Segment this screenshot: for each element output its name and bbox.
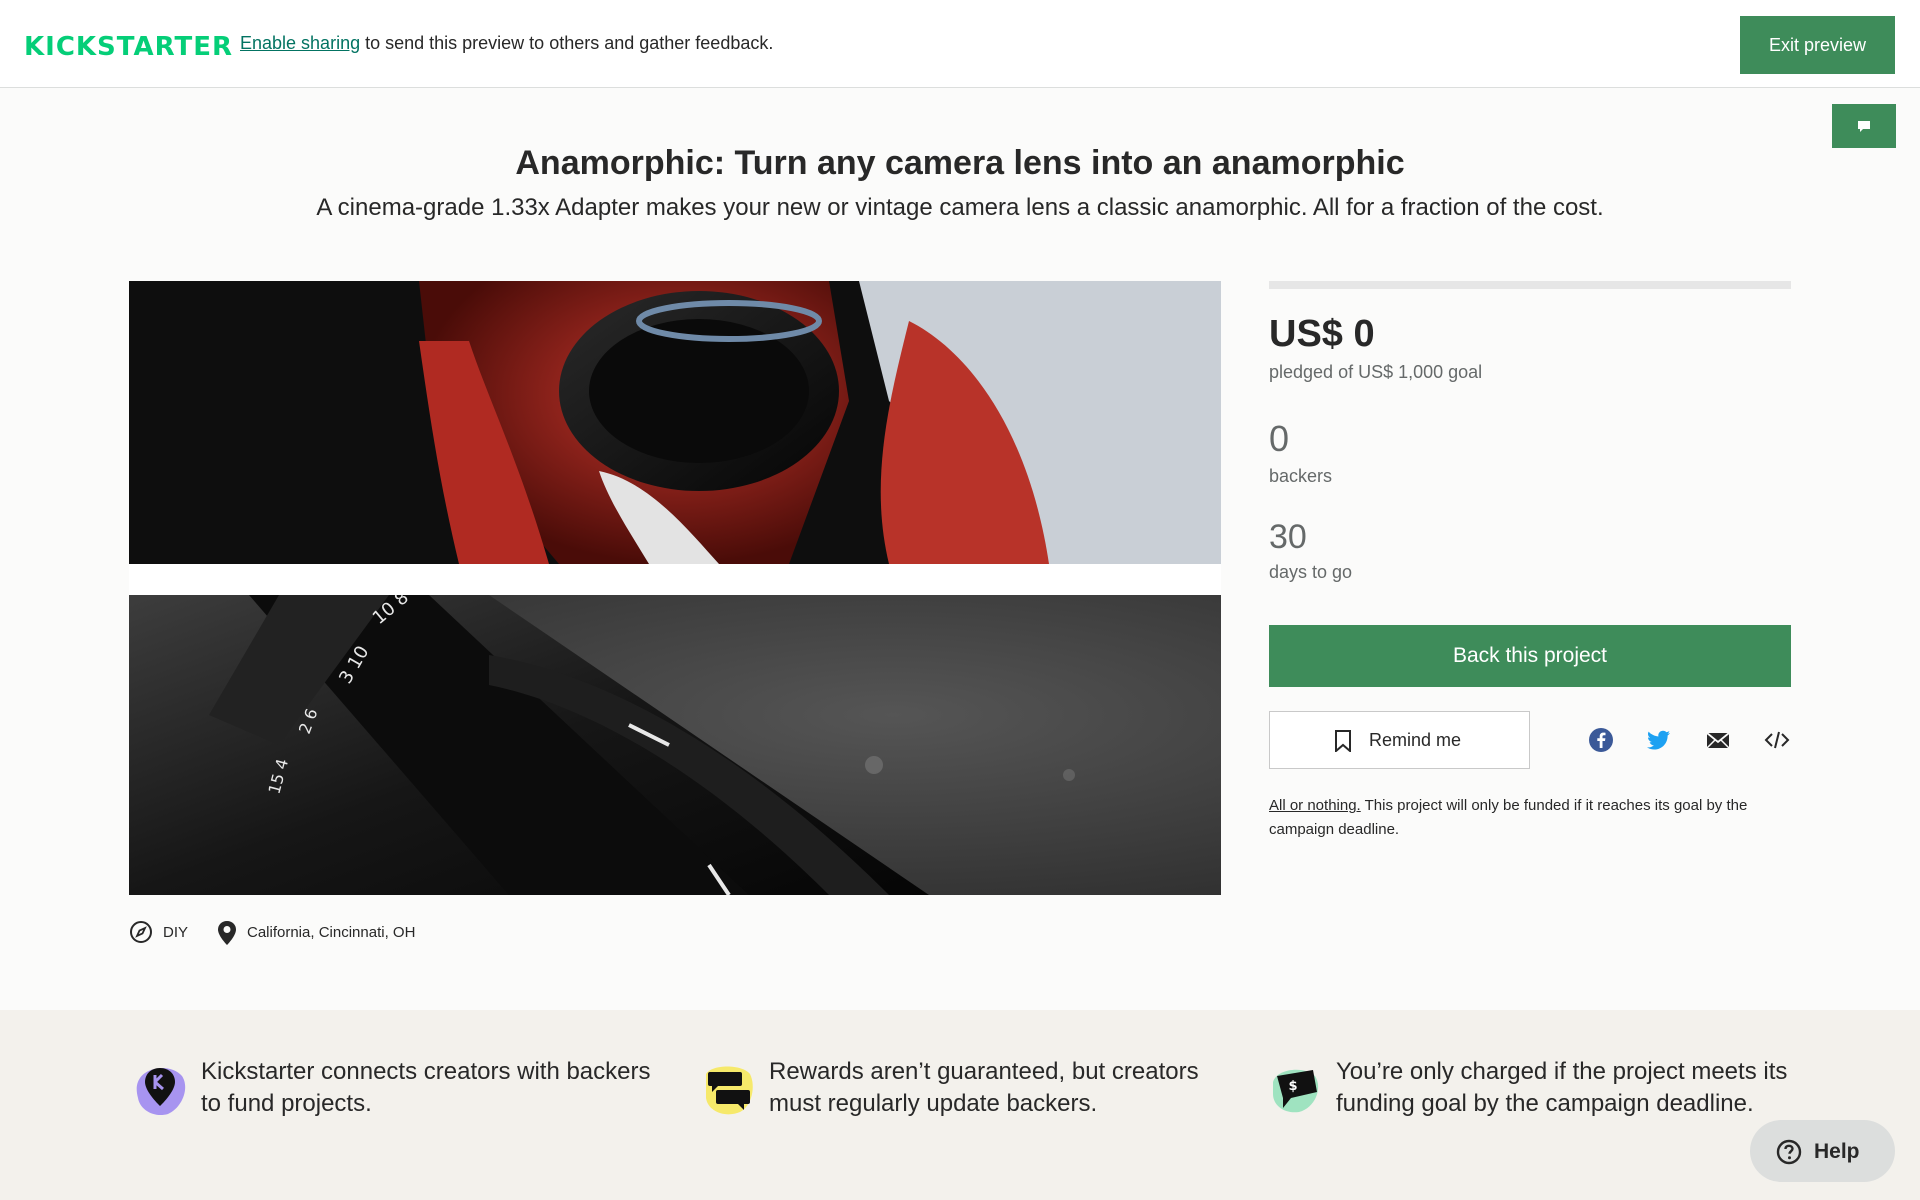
hands-adjusting-lens-image	[129, 281, 1221, 564]
remind-me-label: Remind me	[1369, 730, 1462, 750]
all-or-nothing-link[interactable]: All or nothing.	[1269, 797, 1361, 814]
location-label: California, Cincinnati, OH	[247, 924, 416, 941]
fact-creators: Kickstarter connects creators with backe…	[134, 1044, 654, 1154]
kickstarter-logo[interactable]: KICKSTARTER	[24, 32, 233, 62]
fact-rewards: Rewards aren’t guaranteed, but creators …	[702, 1044, 1222, 1154]
location-pin-icon	[218, 921, 236, 945]
backers-count: 0	[1269, 418, 1290, 459]
pledged-amount: US$ 0	[1269, 313, 1375, 355]
compass-icon	[130, 921, 152, 943]
kickstarter-pin-icon	[136, 1067, 186, 1116]
back-this-project-button[interactable]: Back this project	[1269, 625, 1791, 687]
feedback-button[interactable]	[1832, 104, 1896, 148]
days-label: days to go	[1269, 562, 1353, 582]
dollar-speech-icon: $	[1273, 1069, 1319, 1113]
embed-icon[interactable]	[1764, 727, 1790, 753]
help-button[interactable]: Help	[1750, 1120, 1895, 1182]
days-count: 30	[1269, 518, 1307, 556]
question-mark-icon	[1776, 1139, 1802, 1165]
chat-bubble-icon	[1858, 121, 1870, 132]
chat-bubbles-icon	[706, 1066, 753, 1115]
email-icon[interactable]	[1705, 727, 1731, 753]
fact-charged-text: You’re only charged if the project meets…	[1336, 1058, 1788, 1117]
twitter-icon[interactable]	[1646, 727, 1672, 753]
exit-preview-button[interactable]: Exit preview	[1740, 16, 1895, 74]
svg-text:$: $	[1288, 1079, 1297, 1094]
camera-lens-closeup-image: 10 8 3 10 2 6 15 4	[129, 595, 1221, 895]
project-video[interactable]: 10 8 3 10 2 6 15 4	[129, 281, 1221, 895]
category-label: DIY	[163, 924, 189, 941]
fact-creators-text: Kickstarter connects creators with backe…	[201, 1058, 651, 1117]
backers-label: backers	[1269, 466, 1333, 486]
bookmark-icon	[1335, 730, 1351, 752]
preview-notice: Enable sharing to send this preview to o…	[240, 33, 773, 54]
all-or-nothing-notice: All or nothing. This project will only b…	[1269, 794, 1791, 842]
enable-sharing-link[interactable]: Enable sharing	[240, 33, 360, 53]
project-blurb: A cinema-grade 1.33x Adapter makes your …	[316, 194, 1604, 221]
preview-notice-text: to send this preview to others and gathe…	[360, 33, 774, 53]
project-title: Anamorphic: Turn any camera lens into an…	[515, 144, 1405, 182]
fact-rewards-text: Rewards aren’t guaranteed, but creators …	[769, 1058, 1199, 1117]
preview-bar: KICKSTARTER Enable sharing to send this …	[0, 0, 1920, 88]
fact-charged: $ You’re only charged if the project mee…	[1269, 1044, 1789, 1154]
pledged-goal-label: pledged of US$ 1,000 goal	[1269, 362, 1483, 382]
funding-progress-bar	[1269, 281, 1791, 289]
facebook-icon[interactable]	[1588, 727, 1614, 753]
help-label: Help	[1814, 1140, 1860, 1163]
remind-me-button[interactable]: Remind me	[1269, 711, 1530, 769]
